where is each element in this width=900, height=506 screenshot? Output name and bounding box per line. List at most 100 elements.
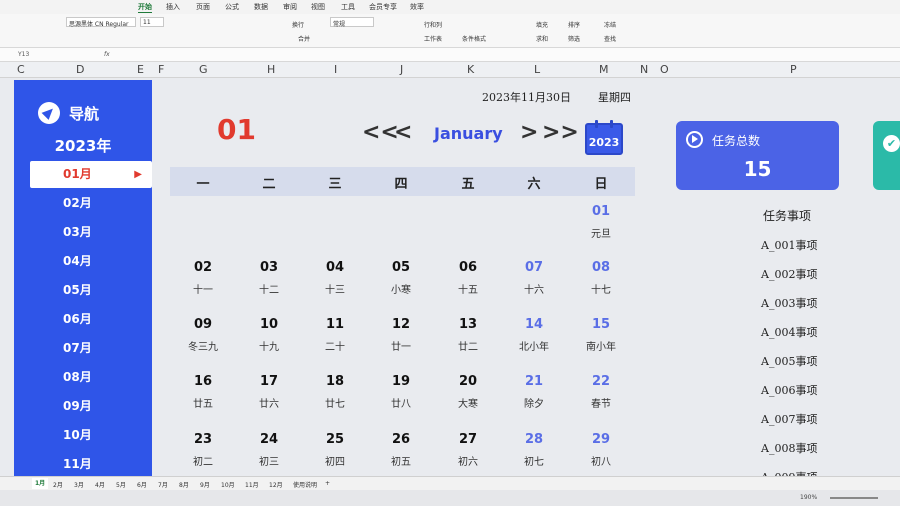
filter-button[interactable]: 筛选	[568, 34, 580, 43]
ribbon-tab[interactable]: 工具	[341, 2, 355, 12]
ribbon-tab[interactable]: 公式	[225, 2, 239, 12]
calendar-day-cell[interactable]: 06 十五	[435, 260, 501, 296]
calendar-day-cell[interactable]: 25 初四	[302, 432, 368, 468]
font-size-select[interactable]: 11	[140, 17, 164, 27]
calendar-day-cell[interactable]: 13 廿二	[435, 317, 501, 353]
calendar-day-cell[interactable]: 08 十七	[568, 260, 634, 296]
next-year-button[interactable]: >>	[542, 120, 579, 145]
calendar-day-cell[interactable]: 19 廿八	[368, 374, 434, 410]
column-header[interactable]: M	[599, 63, 609, 76]
calendar-year-icon[interactable]: 2023	[585, 120, 623, 155]
column-header[interactable]: C	[17, 63, 25, 76]
sheet-tab[interactable]: 3月	[74, 480, 84, 489]
task-list-item[interactable]: A_008事项	[761, 440, 817, 456]
sheet-tab[interactable]: 2月	[53, 480, 63, 489]
ribbon-tab[interactable]: 效率	[410, 2, 424, 12]
calendar-day-cell[interactable]: 27 初六	[435, 432, 501, 468]
calendar-day-cell[interactable]: 12 廿一	[368, 317, 434, 353]
calendar-day-cell[interactable]: 01 元旦	[568, 204, 634, 240]
task-list-item[interactable]: A_003事项	[761, 295, 817, 311]
calendar-day-cell[interactable]: 15 南小年	[568, 317, 634, 353]
column-header[interactable]: D	[76, 63, 84, 76]
sheet-tab[interactable]: 6月	[137, 480, 147, 489]
sheet-tab[interactable]: 12月	[269, 480, 283, 489]
column-header[interactable]: K	[467, 63, 474, 76]
column-header[interactable]: H	[267, 63, 275, 76]
calendar-day-cell[interactable]: 14 北小年	[501, 317, 567, 353]
freeze-button[interactable]: 冻结	[604, 20, 616, 29]
task-list-item[interactable]: A_004事项	[761, 324, 817, 340]
calendar-day-cell[interactable]: 11 二十	[302, 317, 368, 353]
calendar-day-cell[interactable]: 02 十一	[170, 260, 236, 296]
nav-month-item[interactable]: 04月	[30, 248, 152, 275]
task-list-item[interactable]: A_001事项	[761, 237, 817, 253]
sheet-tab[interactable]: 11月	[245, 480, 259, 489]
nav-month-item[interactable]: 01月 ▶	[30, 161, 152, 188]
column-header[interactable]: J	[400, 63, 403, 76]
ribbon-tab[interactable]: 审阅	[283, 2, 297, 12]
nav-month-item[interactable]: 05月	[30, 277, 152, 304]
calendar-day-cell[interactable]: 17 廿六	[236, 374, 302, 410]
calendar-day-cell[interactable]: 05 小寒	[368, 260, 434, 296]
sheet-tab[interactable]: 4月	[95, 480, 105, 489]
ribbon-tab[interactable]: 视图	[311, 2, 325, 12]
nav-month-item[interactable]: 06月	[30, 306, 152, 333]
sheet-tab[interactable]: 8月	[179, 480, 189, 489]
task-list-item[interactable]: A_006事项	[761, 382, 817, 398]
calendar-day-cell[interactable]: 10 十九	[236, 317, 302, 353]
sum-button[interactable]: 求和	[536, 34, 548, 43]
next-month-button[interactable]: >	[520, 120, 538, 145]
nav-month-item[interactable]: 03月	[30, 219, 152, 246]
zoom-slider[interactable]	[830, 497, 878, 499]
calendar-day-cell[interactable]: 24 初三	[236, 432, 302, 468]
cell-reference[interactable]: Y13	[18, 51, 29, 58]
task-list-item[interactable]: A_002事项	[761, 266, 817, 282]
sheet-tab[interactable]: 10月	[221, 480, 235, 489]
sheet-tab[interactable]: +	[325, 480, 330, 487]
calendar-day-cell[interactable]: 20 大寒	[435, 374, 501, 410]
calendar-day-cell[interactable]: 03 十二	[236, 260, 302, 296]
calendar-day-cell[interactable]: 18 廿七	[302, 374, 368, 410]
font-name-select[interactable]: 思源黑体 CN Regular	[66, 17, 136, 28]
nav-month-item[interactable]: 07月	[30, 335, 152, 362]
sheet-tab[interactable]: 7月	[158, 480, 168, 489]
row-col-button[interactable]: 行和列	[424, 20, 442, 29]
find-button[interactable]: 查找	[604, 34, 616, 43]
zoom-level[interactable]: 190%	[800, 494, 817, 501]
merge-button[interactable]: 合并	[298, 34, 310, 43]
ribbon-tab[interactable]: 页面	[196, 2, 210, 12]
ribbon-tab[interactable]: 开始	[138, 2, 152, 13]
wrap-text-button[interactable]: 换行	[292, 20, 304, 29]
column-header[interactable]: I	[334, 63, 337, 76]
calendar-day-cell[interactable]: 28 初七	[501, 432, 567, 468]
calendar-day-cell[interactable]: 26 初五	[368, 432, 434, 468]
sheet-tab[interactable]: 5月	[116, 480, 126, 489]
nav-month-item[interactable]: 08月	[30, 364, 152, 391]
calendar-day-cell[interactable]: 16 廿五	[170, 374, 236, 410]
conditional-format-button[interactable]: 条件格式	[462, 34, 486, 43]
calendar-day-cell[interactable]: 29 初八	[568, 432, 634, 468]
nav-month-item[interactable]: 10月	[30, 422, 152, 449]
sheet-tab[interactable]: 1月	[32, 478, 49, 489]
nav-month-item[interactable]: 11月	[30, 451, 152, 476]
prev-month-button[interactable]: <	[394, 120, 412, 145]
calendar-day-cell[interactable]: 04 十三	[302, 260, 368, 296]
column-header[interactable]: L	[534, 63, 540, 76]
nav-month-item[interactable]: 02月	[30, 190, 152, 217]
sort-button[interactable]: 排序	[568, 20, 580, 29]
sheet-tab[interactable]: 使用说明	[293, 480, 317, 489]
column-header[interactable]: G	[199, 63, 208, 76]
column-header[interactable]: P	[790, 63, 797, 76]
fill-button[interactable]: 填充	[536, 20, 548, 29]
calendar-day-cell[interactable]: 09 冬三九	[170, 317, 236, 353]
ribbon-tab[interactable]: 插入	[166, 2, 180, 12]
column-header[interactable]: E	[137, 63, 144, 76]
task-list-item[interactable]: A_005事项	[761, 353, 817, 369]
calendar-day-cell[interactable]: 07 十六	[501, 260, 567, 296]
ribbon-tab[interactable]: 会员专享	[369, 2, 397, 12]
ribbon-tab[interactable]: 数据	[254, 2, 268, 12]
column-header[interactable]: O	[660, 63, 669, 76]
column-header[interactable]: F	[158, 63, 164, 76]
calendar-day-cell[interactable]: 22 春节	[568, 374, 634, 410]
calendar-day-cell[interactable]: 23 初二	[170, 432, 236, 468]
